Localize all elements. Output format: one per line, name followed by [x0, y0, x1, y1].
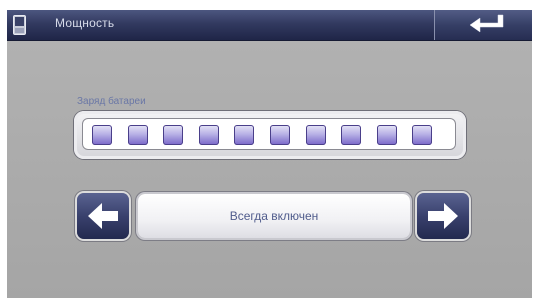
battery-segments [82, 118, 456, 150]
page-title: Мощность [55, 16, 115, 30]
return-arrow-icon [469, 14, 504, 33]
previous-mode-button[interactable] [77, 193, 129, 239]
content-area: Заряд батареи Всегда включен [7, 41, 532, 298]
battery-segment [376, 125, 397, 145]
title-bar: Мощность [7, 10, 532, 41]
battery-segment [341, 125, 362, 145]
arrow-right-icon [428, 203, 458, 229]
next-mode-button[interactable] [417, 193, 469, 239]
battery-segment [163, 125, 184, 145]
battery-segment [234, 125, 255, 145]
arrow-left-icon [88, 203, 118, 229]
battery-segment [198, 125, 219, 145]
battery-segment [92, 125, 112, 145]
battery-indicator [74, 111, 466, 159]
battery-segment [412, 125, 433, 145]
power-mode-value: Всегда включен [138, 194, 410, 238]
battery-segment [127, 125, 148, 145]
power-mode-selector: Всегда включен [77, 191, 469, 241]
device-icon [13, 15, 26, 35]
battery-label: Заряд батареи [77, 96, 146, 107]
back-button[interactable] [434, 10, 532, 40]
battery-segment [270, 125, 290, 145]
battery-segment [305, 125, 326, 145]
power-settings-screen: Мощность Заряд батареи Всегда включен [7, 10, 532, 298]
